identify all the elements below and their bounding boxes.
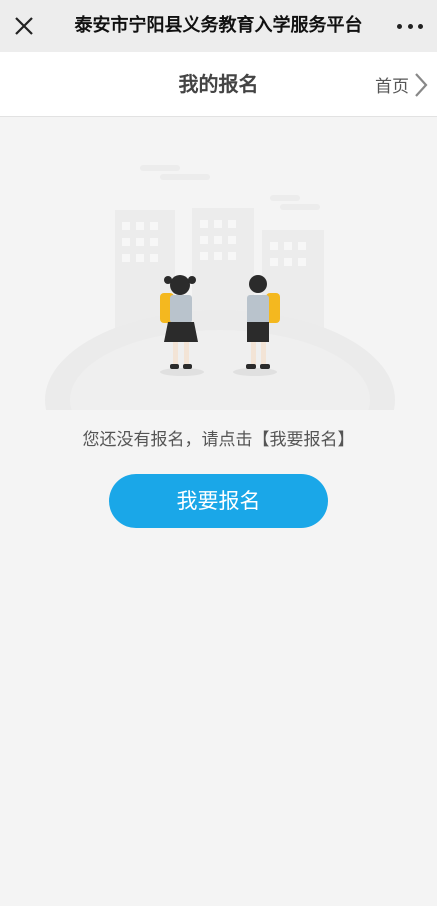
students-city-illustration [45, 165, 395, 410]
home-link-label: 首页 [375, 77, 409, 97]
chevron-right-icon [415, 72, 428, 97]
empty-state-message: 您还没有报名，请点击【我要报名】 [82, 430, 355, 450]
app-title: 泰安市宁阳县义务教育入学服务平台 [74, 15, 363, 36]
more-icon[interactable] [397, 14, 423, 38]
home-link[interactable]: 首页 [375, 52, 429, 117]
page-header: 我的报名 首页 [0, 52, 437, 117]
close-icon[interactable] [10, 12, 38, 40]
page-title: 我的报名 [178, 72, 259, 96]
top-bar: 泰安市宁阳县义务教育入学服务平台 [0, 0, 437, 52]
register-button[interactable]: 我要报名 [109, 474, 328, 528]
